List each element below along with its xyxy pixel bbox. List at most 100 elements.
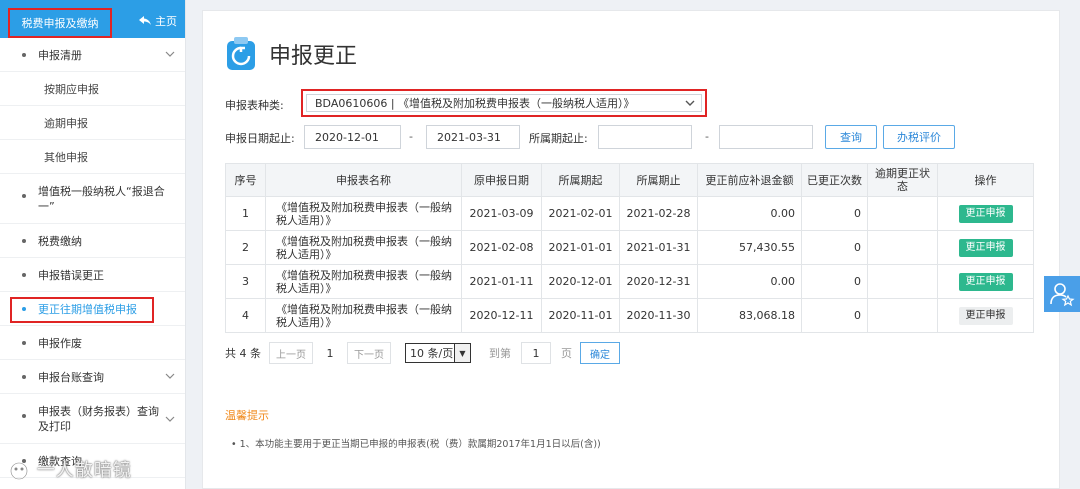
page-unit-label: 页	[561, 347, 572, 360]
next-page-button[interactable]: 下一页	[347, 342, 391, 364]
operation-cell: 更正申报	[937, 196, 1034, 231]
sidebar-subitem-overdue[interactable]: 逾期申报	[0, 106, 185, 140]
period-to-input[interactable]	[719, 125, 813, 149]
goto-page-input[interactable]: 1	[521, 342, 551, 364]
column-header: 更正前应补退金额	[697, 163, 802, 197]
operation-cell: 更正申报	[937, 298, 1034, 333]
column-header: 所属期起	[541, 163, 620, 197]
watermark-logo-icon	[10, 462, 28, 480]
home-label: 主页	[155, 15, 177, 28]
period-separator: -	[705, 130, 709, 143]
evaluate-button[interactable]: 办税评价	[883, 125, 955, 149]
sidebar-item-tax-payment[interactable]: 税费缴纳	[0, 224, 185, 258]
row-number: 4	[225, 298, 266, 333]
period-from: 2021-01-01	[541, 230, 620, 265]
type-label: 申报表种类:	[225, 99, 284, 112]
period-to: 2020-11-30	[619, 298, 698, 333]
sidebar-item-vat-refund[interactable]: 增值税一般纳税人“报退合一”	[0, 174, 185, 224]
table-row: 2 《增值税及附加税费申报表（一般纳税人适用）》 2021-02-08 2021…	[225, 230, 1034, 265]
declare-date: 2021-02-08	[461, 230, 542, 265]
amount: 0.00	[697, 196, 802, 231]
bullet-icon	[22, 53, 26, 57]
date-range-label: 申报日期起止:	[225, 132, 295, 145]
chevron-down-icon: ▼	[454, 344, 470, 362]
page-size-value: 10 条/页	[410, 347, 454, 360]
chevron-down-icon	[165, 373, 175, 379]
correct-declaration-button[interactable]: 更正申报	[958, 204, 1013, 223]
pagination: 共 4 条 上一页 1 下一页 10 条/页 ▼ 到第 1 页 确定	[225, 341, 620, 365]
sidebar-subitem-other[interactable]: 其他申报	[0, 140, 185, 174]
report-name: 《增值税及附加税费申报表（一般纳税人适用）》	[265, 298, 462, 333]
sidebar-title[interactable]: 税费申报及缴纳	[8, 8, 112, 38]
table-row: 1 《增值税及附加税费申报表（一般纳税人适用）》 2021-03-09 2021…	[225, 196, 1034, 231]
declaration-table: 序号 申报表名称 原申报日期 所属期起 所属期止 更正前应补退金额 已更正次数 …	[225, 163, 1034, 333]
correction-count: 0	[801, 264, 868, 299]
total-count: 共 4 条	[225, 347, 261, 360]
sidebar-item-label: 税费缴纳	[38, 234, 82, 248]
date-to-input[interactable]: 2021-03-31	[426, 125, 520, 149]
overdue-status	[867, 264, 938, 299]
tips-title: 温馨提示	[225, 409, 269, 422]
correction-count: 0	[801, 196, 868, 231]
table-row: 3 《增值税及附加税费申报表（一般纳税人适用）》 2021-01-11 2020…	[225, 264, 1034, 299]
report-type-value: BDA0610606 | 《增值税及附加税费申报表（一般纳税人适用）》	[306, 94, 702, 112]
sidebar-item-label: 增值税一般纳税人“报退合一”	[38, 184, 165, 213]
clipboard-refresh-icon	[227, 37, 255, 70]
chevron-down-icon	[685, 100, 695, 106]
column-header: 申报表名称	[265, 163, 462, 197]
page-title: 申报更正	[269, 44, 358, 69]
home-link[interactable]: 主页	[139, 13, 177, 29]
column-header: 所属期止	[619, 163, 698, 197]
watermark-text: 一人散暗镜	[36, 460, 132, 481]
period-from: 2021-02-01	[541, 196, 620, 231]
watermark: 一人散暗镜	[8, 456, 132, 482]
date-separator: -	[409, 130, 413, 143]
user-star-icon	[1050, 283, 1075, 307]
operation-cell: 更正申报	[937, 230, 1034, 265]
sidebar-item-declaration-list[interactable]: 申报清册	[0, 38, 185, 72]
period-from: 2020-11-01	[541, 298, 620, 333]
period-to: 2021-02-28	[619, 196, 698, 231]
sidebar-item-report-print[interactable]: 申报表（财务报表）查询及打印	[0, 394, 185, 444]
overdue-status	[867, 230, 938, 265]
correct-declaration-button[interactable]: 更正申报	[958, 238, 1013, 257]
bullet-icon	[22, 273, 26, 277]
date-from-input[interactable]: 2020-12-01	[304, 125, 401, 149]
row-number: 3	[225, 264, 266, 299]
table-row: 4 《增值税及附加税费申报表（一般纳税人适用）》 2020-12-11 2020…	[225, 298, 1034, 333]
overdue-status	[867, 196, 938, 231]
sidebar-item-ledger-query[interactable]: 申报台账查询	[0, 360, 185, 394]
correct-declaration-button[interactable]: 更正申报	[958, 306, 1013, 325]
column-header: 已更正次数	[801, 163, 868, 197]
sidebar-item-correct-past-vat[interactable]: 更正往期增值税申报	[0, 292, 185, 326]
sidebar-item-void[interactable]: 申报作废	[0, 326, 185, 360]
sidebar-item-error-correction[interactable]: 申报错误更正	[0, 258, 185, 292]
prev-page-button[interactable]: 上一页	[269, 342, 313, 364]
correct-declaration-button[interactable]: 更正申报	[958, 272, 1013, 291]
sidebar: 税费申报及缴纳 主页 申报清册 按期应申报 逾期申报 其他申报 增值税一般纳税人…	[0, 0, 186, 489]
amount: 0.00	[697, 264, 802, 299]
row-number: 1	[225, 196, 266, 231]
declare-date: 2021-03-09	[461, 196, 542, 231]
report-type-select[interactable]: BDA0610606 | 《增值税及附加税费申报表（一般纳税人适用）》	[301, 89, 707, 117]
sidebar-item-label: 申报表（财务报表）查询及打印	[38, 404, 159, 433]
query-button[interactable]: 查询	[825, 125, 877, 149]
amount: 57,430.55	[697, 230, 802, 265]
app-root: 税费申报及缴纳 主页 申报清册 按期应申报 逾期申报 其他申报 增值税一般纳税人…	[0, 0, 1080, 489]
declare-date: 2021-01-11	[461, 264, 542, 299]
sidebar-subitem-periodic[interactable]: 按期应申报	[0, 72, 185, 106]
current-page[interactable]: 1	[319, 342, 341, 364]
page-title-area: 申报更正	[225, 37, 357, 71]
report-name: 《增值税及附加税费申报表（一般纳税人适用）》	[265, 264, 462, 299]
customer-service-button[interactable]	[1044, 276, 1080, 312]
bullet-icon	[22, 239, 26, 243]
sidebar-item-label: 申报错误更正	[38, 268, 104, 282]
operation-cell: 更正申报	[937, 264, 1034, 299]
goto-confirm-button[interactable]: 确定	[580, 342, 620, 364]
table-header-row: 序号 申报表名称 原申报日期 所属期起 所属期止 更正前应补退金额 已更正次数 …	[225, 163, 1034, 197]
correction-count: 0	[801, 230, 868, 265]
period-to: 2021-01-31	[619, 230, 698, 265]
period-from-input[interactable]	[598, 125, 692, 149]
sidebar-item-label: 申报台账查询	[38, 370, 104, 384]
page-size-select[interactable]: 10 条/页 ▼	[405, 343, 471, 363]
